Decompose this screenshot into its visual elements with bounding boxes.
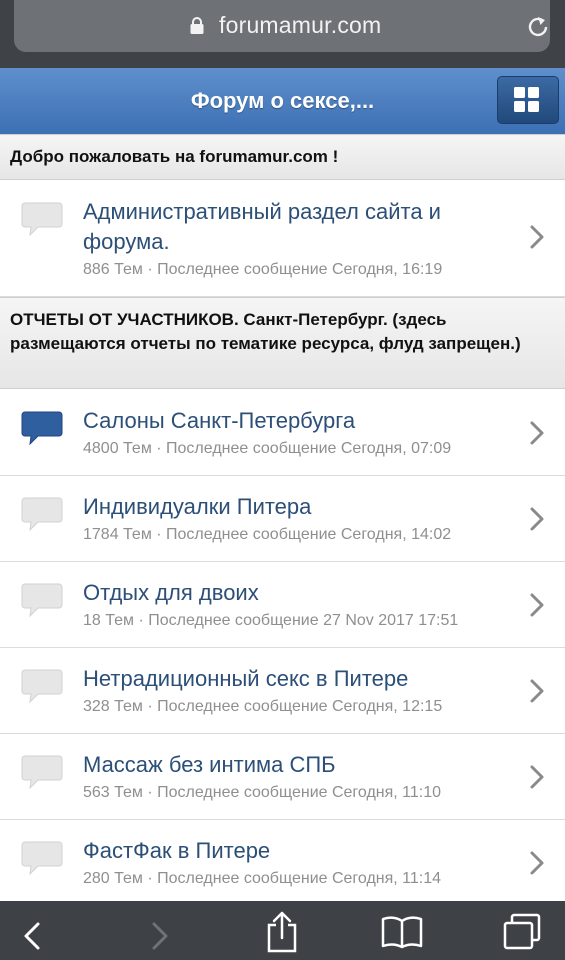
chevron-right-icon [530,679,544,703]
forum-meta: 328 Тем · Последнее сообщение Сегодня, 1… [83,698,443,715]
bookmarks-icon[interactable] [381,915,423,949]
forum-read-bubble-icon [21,669,63,704]
forum-title[interactable]: Отдых для двоих [83,578,259,608]
forum-row-nontraditional[interactable]: Нетрадиционный секс в Питере 328 Тем · П… [0,648,565,734]
forum-read-bubble-icon [21,202,63,237]
grid-menu-icon [514,87,539,112]
forum-title[interactable]: Массаж без интима СПБ [83,750,336,780]
forum-meta: 886 Тем · Последнее сообщение Сегодня, 1… [83,261,443,278]
tabs-icon[interactable] [502,913,542,951]
chevron-right-icon [530,507,544,531]
forum-meta: 563 Тем · Последнее сообщение Сегодня, 1… [83,784,442,801]
forum-title[interactable]: Нетрадиционный секс в Питере [83,664,408,694]
forward-icon[interactable] [150,921,170,951]
share-icon[interactable] [265,911,299,953]
forum-read-bubble-icon [21,497,63,532]
category-title: ОТЧЕТЫ ОТ УЧАСТНИКОВ. Санкт-Петербург. (… [10,310,521,353]
forum-header: Форум о сексе,... [0,68,565,135]
forum-row-fastfuck[interactable]: ФастФак в Питере 280 Тем · Последнее соо… [0,820,565,906]
category-header-welcome[interactable]: Добро пожаловать на forumamur.com ! [0,134,565,180]
forum-meta: 1784 Тем · Последнее сообщение Сегодня, … [83,526,452,543]
forum-read-bubble-icon [21,755,63,790]
category-title: Добро пожаловать на forumamur.com ! [10,147,339,166]
reload-icon[interactable] [524,13,552,41]
forum-row-individuals[interactable]: Индивидуалки Питера 1784 Тем · Последнее… [0,476,565,562]
back-icon[interactable] [22,921,42,951]
address-bar[interactable]: forumamur.com [14,0,550,52]
category-header-reports[interactable]: ОТЧЕТЫ ОТ УЧАСТНИКОВ. Санкт-Петербург. (… [0,297,565,389]
forum-read-bubble-icon [21,583,63,618]
forum-row-salons[interactable]: Салоны Санкт-Петербурга 4800 Тем · После… [0,390,565,476]
chevron-right-icon [530,225,544,249]
forum-row-massage[interactable]: Массаж без интима СПБ 563 Тем · Последне… [0,734,565,820]
chevron-right-icon [530,765,544,789]
forum-meta: 18 Тем · Последнее сообщение 27 Nov 2017… [83,612,459,629]
forum-read-bubble-icon [21,841,63,876]
browser-top-bar: forumamur.com [0,0,565,68]
forum-title[interactable]: Административный раздел сайта и форума. [83,197,441,257]
lock-icon [190,17,204,34]
forum-row-admin[interactable]: Административный раздел сайта и форума. 8… [0,181,565,297]
chevron-right-icon [530,851,544,875]
forum-title[interactable]: Индивидуалки Питера [83,492,311,522]
url-text[interactable]: forumamur.com [219,12,381,39]
menu-button[interactable] [497,76,559,124]
forum-title[interactable]: ФастФак в Питере [83,836,270,866]
forum-row-couples[interactable]: Отдых для двоих 18 Тем · Последнее сообщ… [0,562,565,648]
forum-meta: 280 Тем · Последнее сообщение Сегодня, 1… [83,870,442,887]
forum-title[interactable]: Салоны Санкт-Петербурга [83,406,355,436]
chevron-right-icon [530,593,544,617]
browser-toolbar [0,901,565,960]
forum-meta: 4800 Тем · Последнее сообщение Сегодня, … [83,440,452,457]
chevron-right-icon [530,421,544,445]
forum-unread-bubble-icon [21,411,63,446]
page-title: Форум о сексе,... [190,88,375,113]
